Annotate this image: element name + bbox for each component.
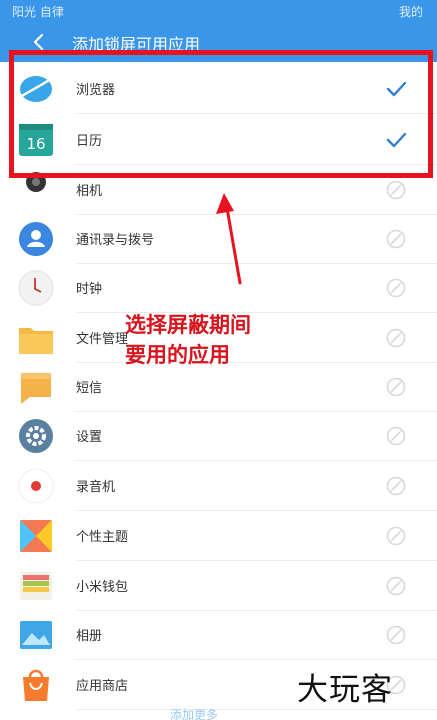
messages-icon [21, 373, 51, 404]
contacts-icon [19, 222, 53, 256]
wallet-icon [20, 572, 52, 600]
app-row[interactable]: 小米钱包 [0, 561, 437, 611]
clock-icon [18, 270, 54, 306]
settings-icon [19, 419, 53, 453]
annotation-text: 选择屏蔽期间 要用的应用 [125, 310, 251, 370]
recorder-icon [18, 468, 54, 504]
app-row[interactable]: 个性主题 [0, 511, 437, 561]
disabled-toggle-icon[interactable] [385, 327, 407, 349]
disabled-toggle-icon[interactable] [385, 277, 407, 299]
disabled-toggle-icon[interactable] [385, 624, 407, 646]
app-row[interactable]: 录音机 [0, 461, 437, 511]
annotation-line-1: 选择屏蔽期间 [125, 313, 251, 337]
highlight-box [9, 50, 433, 178]
app-label: 个性主题 [76, 530, 129, 545]
disabled-toggle-icon[interactable] [385, 575, 407, 597]
app-label: 短信 [76, 381, 103, 396]
status-bar-left-text: 阳光 自律 [12, 5, 64, 19]
app-label: 文件管理 [76, 332, 129, 347]
disabled-toggle-icon[interactable] [385, 179, 407, 201]
gallery-icon [20, 621, 52, 649]
disabled-toggle-icon[interactable] [385, 425, 407, 447]
app-label: 小米钱包 [76, 580, 129, 595]
row-divider [76, 709, 437, 710]
app-label: 时钟 [76, 282, 103, 297]
status-bar: 阳光 自律 我的 [0, 0, 437, 22]
app-row[interactable]: 相册 [0, 610, 437, 660]
app-label: 相册 [76, 629, 103, 644]
disabled-toggle-icon[interactable] [385, 376, 407, 398]
folder-icon [19, 328, 53, 354]
watermark: 大玩客 [297, 672, 393, 708]
app-row[interactable]: 通讯录与拨号 [0, 214, 437, 264]
disabled-toggle-icon[interactable] [385, 525, 407, 547]
app-label: 通讯录与拨号 [76, 233, 155, 248]
disabled-toggle-icon[interactable] [385, 228, 407, 250]
themes-icon [20, 520, 52, 552]
app-label: 应用商店 [76, 679, 129, 694]
annotation-line-2: 要用的应用 [125, 343, 230, 367]
disabled-toggle-icon[interactable] [385, 475, 407, 497]
app-store-icon [23, 669, 49, 701]
app-row[interactable]: 设置 [0, 411, 437, 461]
app-row[interactable]: 时钟 [0, 263, 437, 313]
app-label: 相机 [76, 184, 103, 199]
app-label: 录音机 [76, 480, 116, 495]
status-bar-right-text: 我的 [398, 5, 423, 19]
add-more-link[interactable]: 添加更多 [170, 706, 218, 720]
app-label: 设置 [76, 430, 103, 445]
